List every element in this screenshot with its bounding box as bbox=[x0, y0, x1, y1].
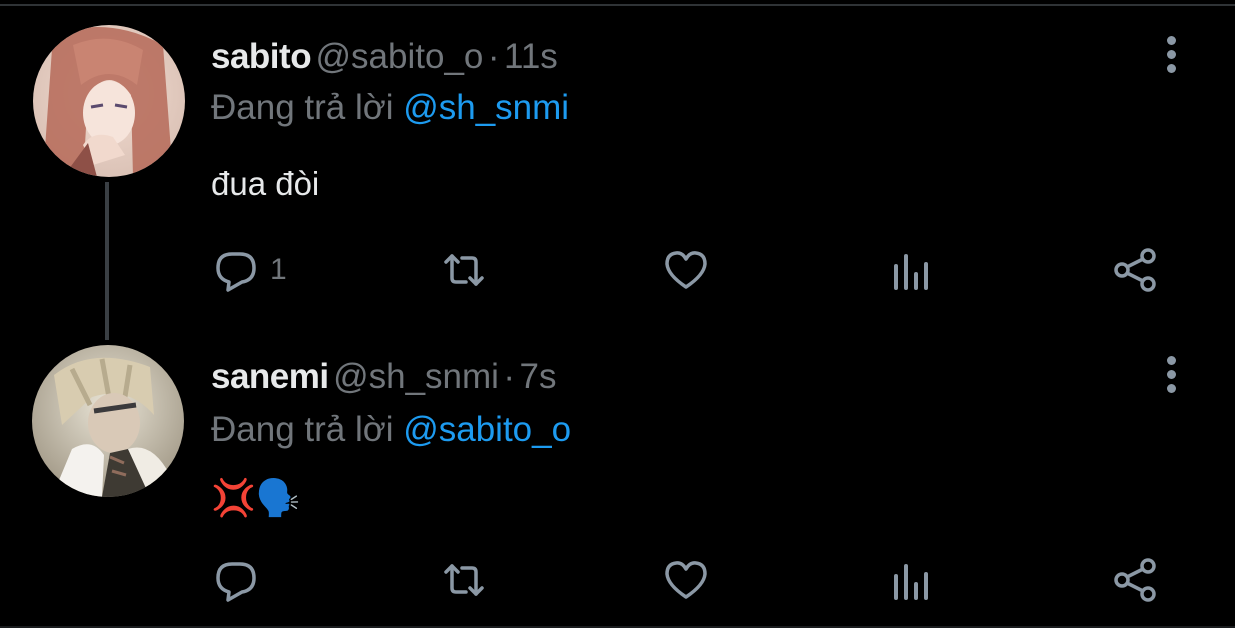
display-name[interactable]: sabito bbox=[211, 37, 312, 76]
reply-icon bbox=[216, 562, 256, 602]
retweet-button[interactable] bbox=[440, 246, 488, 294]
avatar-image bbox=[33, 25, 185, 177]
avatar[interactable] bbox=[32, 345, 184, 497]
more-vertical-icon bbox=[1167, 356, 1176, 365]
avatar[interactable] bbox=[33, 25, 185, 177]
timestamp[interactable]: 11s bbox=[504, 37, 558, 76]
more-vertical-icon-dot bbox=[1167, 50, 1176, 59]
top-divider bbox=[0, 4, 1235, 6]
share-icon bbox=[1114, 558, 1156, 602]
user-handle[interactable]: @sabito_o bbox=[316, 37, 484, 76]
like-button[interactable] bbox=[662, 246, 710, 294]
more-vertical-icon-dot bbox=[1167, 384, 1176, 393]
like-button[interactable] bbox=[662, 556, 710, 604]
more-vertical-icon-dot bbox=[1167, 64, 1176, 73]
separator-dot: · bbox=[487, 37, 500, 76]
retweet-button[interactable] bbox=[440, 556, 488, 604]
heart-icon bbox=[665, 251, 707, 289]
more-vertical-icon-dot bbox=[1167, 370, 1176, 379]
tweet-header: sanemi @sh_snmi · 7s bbox=[211, 355, 556, 399]
analytics-icon bbox=[894, 254, 928, 290]
reply-count: 1 bbox=[270, 253, 287, 286]
more-options-button[interactable] bbox=[1156, 354, 1186, 398]
analytics-button[interactable] bbox=[888, 248, 936, 296]
display-name[interactable]: sanemi bbox=[211, 357, 329, 396]
tweet-header: sabito @sabito_o · 11s bbox=[211, 35, 558, 79]
thread-connector-line bbox=[105, 182, 109, 340]
analytics-icon bbox=[894, 564, 928, 600]
replying-to-label: Đang trả lời bbox=[211, 410, 394, 449]
tweet-text: đua đòi bbox=[211, 165, 320, 202]
replying-to: Đang trả lời @sh_snmi bbox=[211, 86, 569, 130]
timestamp[interactable]: 7s bbox=[520, 357, 557, 396]
replying-to-label: Đang trả lời bbox=[211, 88, 394, 127]
analytics-button[interactable] bbox=[888, 558, 936, 606]
retweet-icon bbox=[444, 564, 484, 596]
reply-mention-link[interactable]: @sh_snmi bbox=[403, 88, 569, 127]
reply-button[interactable] bbox=[212, 556, 260, 604]
tweet-text: 💢🗣️ bbox=[211, 478, 301, 519]
reply-mention-link[interactable]: @sabito_o bbox=[403, 410, 571, 449]
share-icon bbox=[1114, 248, 1156, 292]
avatar-image bbox=[32, 345, 184, 497]
more-options-button[interactable] bbox=[1156, 34, 1186, 78]
user-handle[interactable]: @sh_snmi bbox=[333, 357, 499, 396]
separator-dot: · bbox=[503, 357, 516, 396]
reply-icon bbox=[216, 252, 256, 292]
reply-button[interactable] bbox=[212, 246, 260, 294]
retweet-icon bbox=[444, 254, 484, 286]
replying-to: Đang trả lời @sabito_o bbox=[211, 408, 571, 452]
share-button[interactable] bbox=[1112, 246, 1160, 294]
more-vertical-icon bbox=[1167, 36, 1176, 45]
heart-icon bbox=[665, 561, 707, 599]
share-button[interactable] bbox=[1112, 556, 1160, 604]
